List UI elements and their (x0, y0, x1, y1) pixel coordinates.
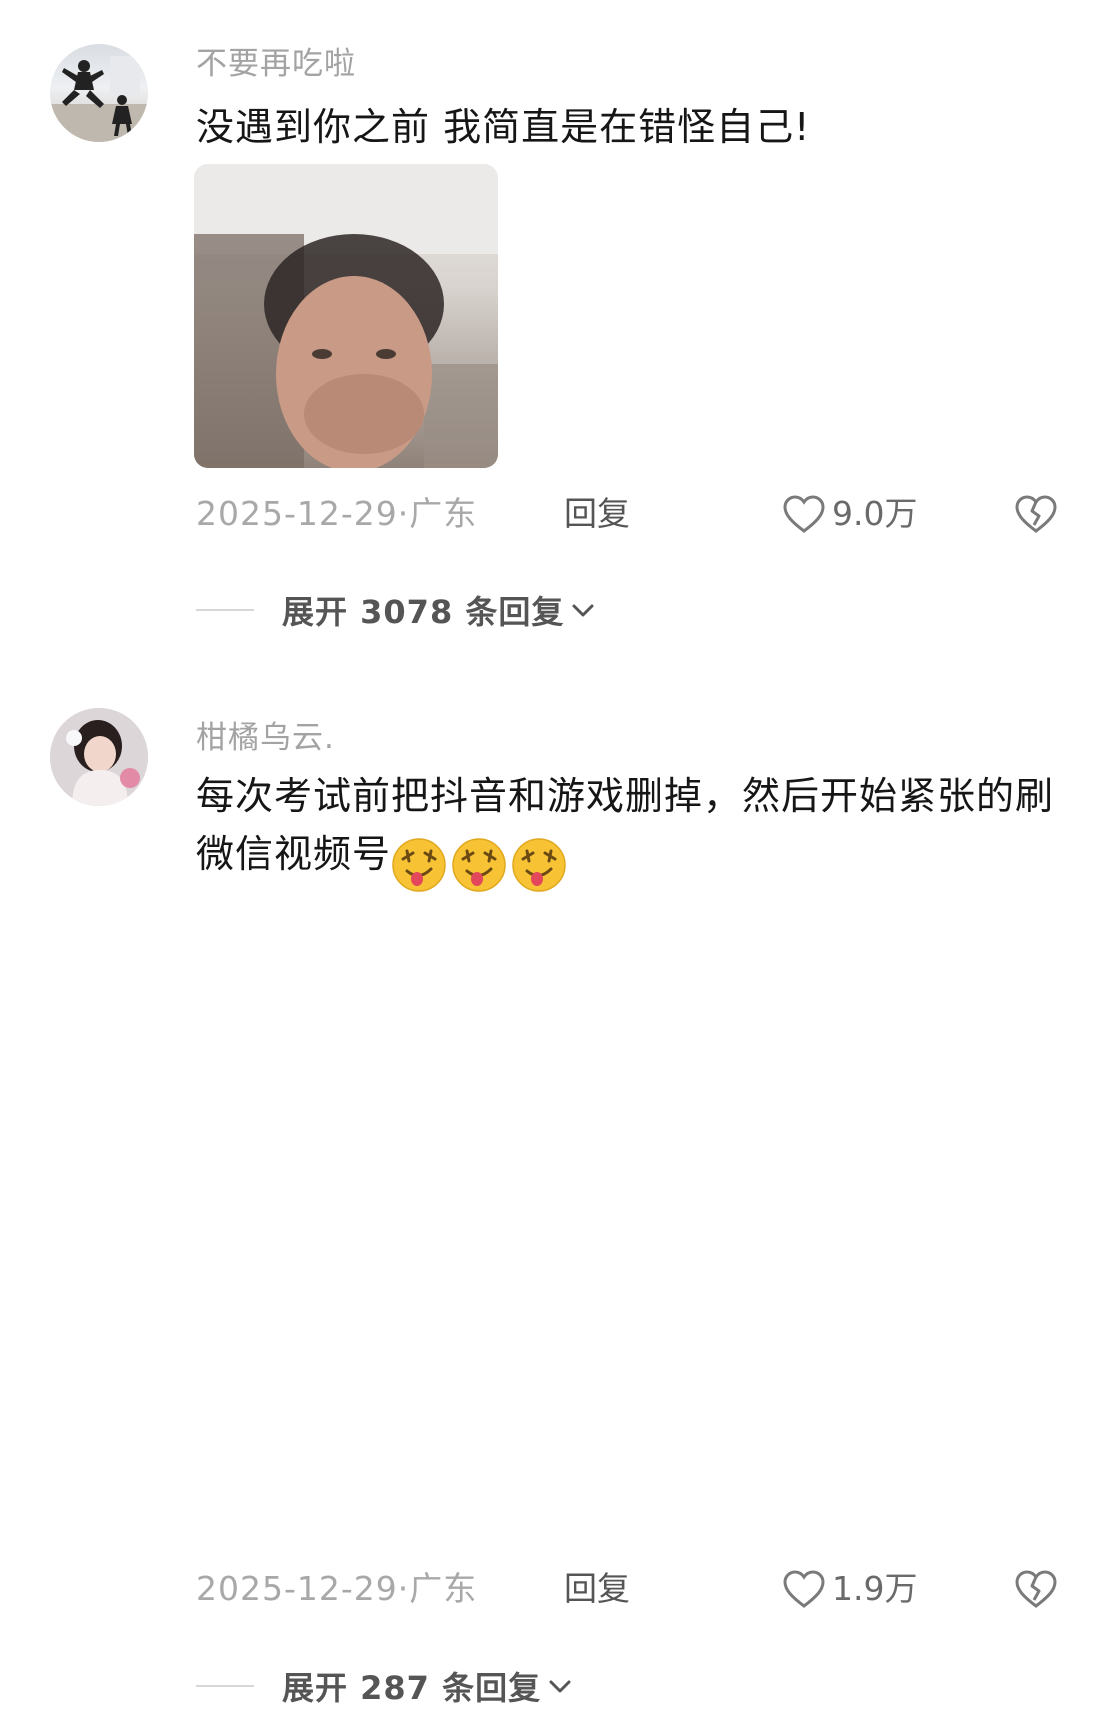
broken-heart-icon (1015, 495, 1057, 533)
reply-button[interactable]: 回复 (564, 492, 630, 536)
emoji-row (391, 833, 571, 893)
comment-username[interactable]: 柑橘乌云. (196, 712, 335, 757)
drooling-face-emoji (512, 837, 566, 892)
comment-date-location: 2025-12-29·广东 (196, 1569, 478, 1608)
comment-date-location: 2025-12-29·广东 (196, 494, 478, 533)
like-count: 1.9万 (832, 1569, 918, 1608)
expand-replies-label: 展开 3078 条回复 (282, 593, 565, 631)
comment-meta: 2025-12-29·广东 回复 1.9万 (196, 1567, 1076, 1611)
divider-line (196, 1685, 254, 1687)
expand-replies-button[interactable]: 展开 287 条回复 (196, 1664, 573, 1708)
comment-image[interactable] (194, 164, 498, 468)
expand-replies-label: 展开 287 条回复 (282, 1669, 542, 1707)
like-count: 9.0万 (832, 494, 918, 533)
chevron-down-icon (549, 1680, 571, 1693)
comment-item: 不要再吃啦 没遇到你之前 我简直是在错怪自己! 2025-12-29·广东 回复… (0, 0, 1110, 660)
heart-outline-icon (783, 1570, 825, 1608)
dislike-button[interactable] (1014, 494, 1058, 534)
comment-text: 每次考试前把抖音和游戏删掉，然后开始紧张的刷微信视频号 (196, 774, 1055, 876)
comment-item: 柑橘乌云. 每次考试前把抖音和游戏删掉，然后开始紧张的刷微信视频号 2025-1… (0, 660, 1110, 1707)
dislike-button[interactable] (1014, 1569, 1058, 1609)
reply-button[interactable]: 回复 (564, 1567, 630, 1611)
broken-heart-icon (1015, 1570, 1057, 1608)
avatar[interactable] (50, 708, 148, 806)
comment-username[interactable]: 不要再吃啦 (196, 38, 356, 83)
expand-replies-button[interactable]: 展开 3078 条回复 (196, 588, 596, 632)
avatar-photo (50, 708, 148, 806)
drooling-face-emoji (452, 837, 506, 892)
heart-outline-icon (783, 495, 825, 533)
comment-photo (194, 164, 498, 468)
chevron-down-icon (572, 604, 594, 617)
avatar-photo (50, 56, 148, 142)
like-button[interactable]: 1.9万 (782, 1567, 917, 1611)
divider-line (196, 609, 254, 611)
like-button[interactable]: 9.0万 (782, 492, 917, 536)
comment-text-container: 每次考试前把抖音和游戏删掉，然后开始紧张的刷微信视频号 (196, 767, 1076, 893)
comment-meta: 2025-12-29·广东 回复 9.0万 (196, 492, 1076, 536)
comment-text: 没遇到你之前 我简直是在错怪自己! (196, 105, 811, 149)
drooling-face-emoji (392, 837, 446, 892)
avatar[interactable] (50, 44, 148, 142)
